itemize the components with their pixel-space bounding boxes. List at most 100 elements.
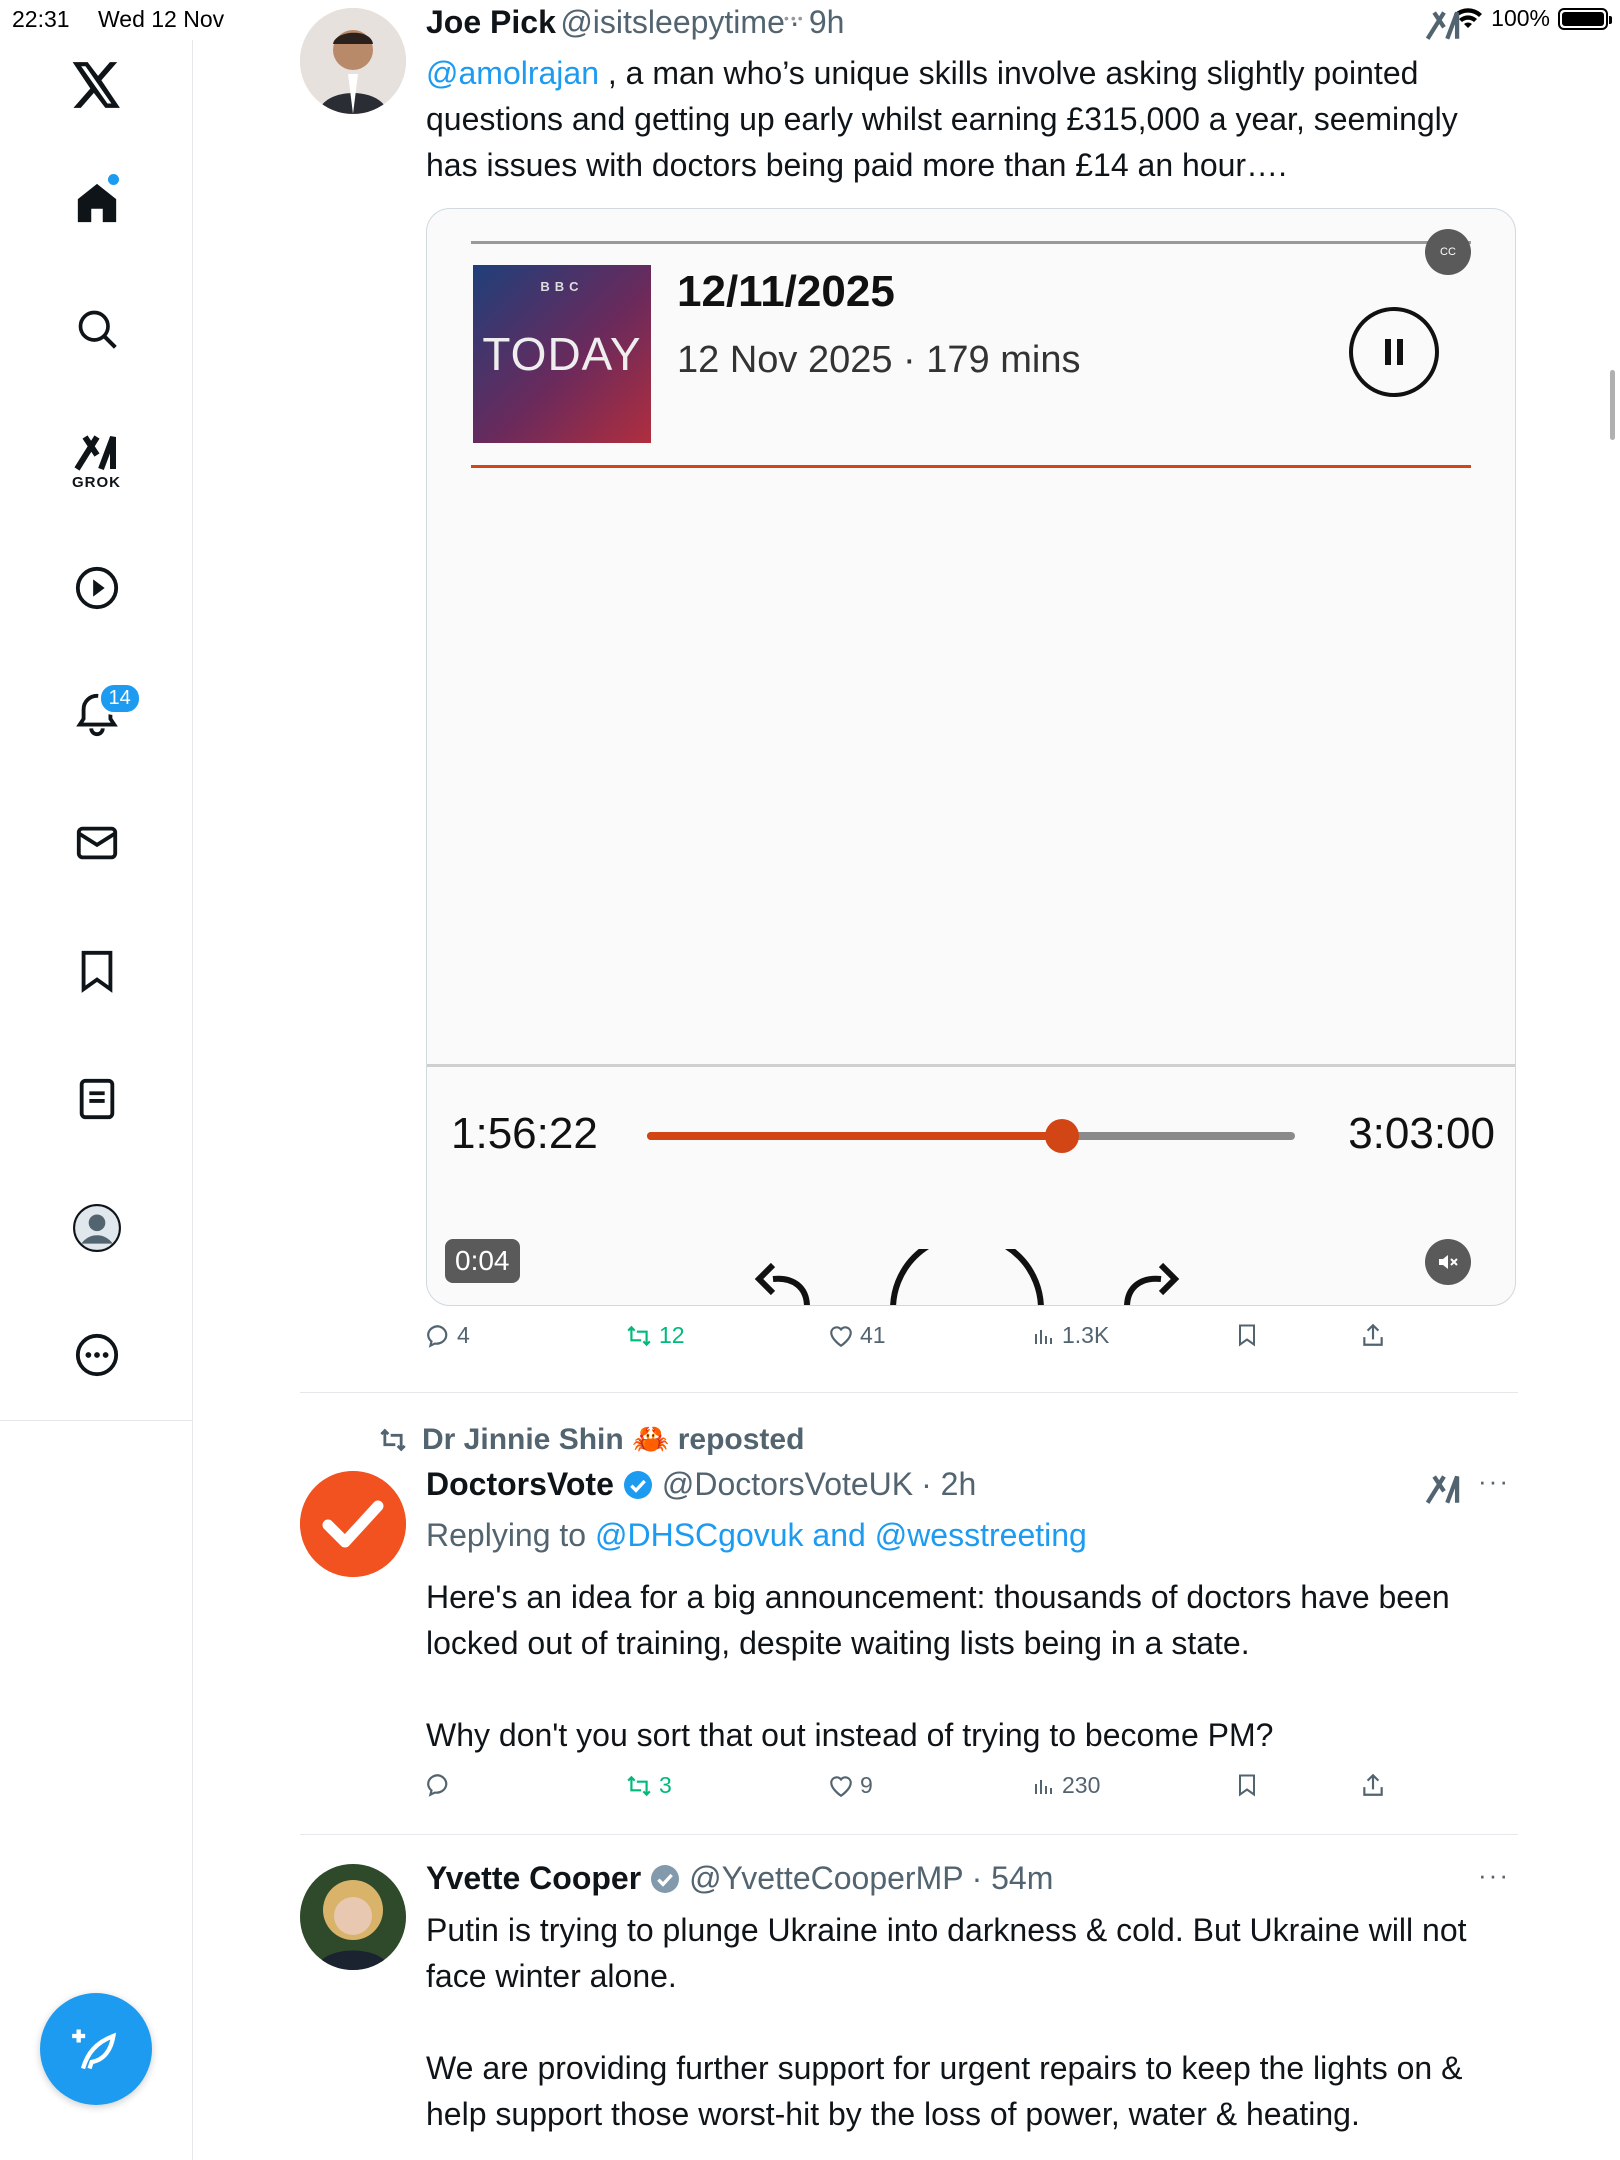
compose-post-button[interactable] — [40, 1993, 152, 2105]
battery-percent: 100% — [1491, 5, 1550, 31]
x-logo-icon[interactable] — [0, 62, 193, 108]
repost-icon — [627, 1325, 651, 1346]
tweet2-header: DoctorsVote @DoctorsVoteUK · 2h — [426, 1466, 976, 1503]
player-top-line — [471, 241, 1471, 244]
repost-button[interactable]: 12 — [625, 1322, 685, 1349]
tweet1-video-player[interactable]: CC BBC TODAY 12/11/2025 12 Nov 2025 · 17… — [426, 208, 1516, 1306]
tweet1-author-name[interactable]: Joe Pick — [426, 4, 556, 40]
avatar-joe-pick[interactable] — [300, 8, 406, 114]
tweet2-text: Here's an idea for a big announcement: t… — [426, 1574, 1486, 1758]
reply-icon — [427, 1324, 448, 1348]
repost-count: 3 — [659, 1772, 672, 1798]
heart-icon — [830, 1325, 852, 1347]
scrollbar[interactable] — [1610, 370, 1615, 440]
mention-amolrajan[interactable]: @amolrajan — [426, 55, 599, 91]
repost-context[interactable]: Dr Jinnie Shin 🦀 reposted — [376, 1422, 804, 1457]
sidebar-item-more[interactable] — [0, 1332, 193, 1378]
verified-gray-badge-icon — [651, 1864, 680, 1893]
seek-bar[interactable] — [647, 1119, 1295, 1153]
sidebar-item-lists[interactable] — [0, 1076, 193, 1122]
heart-icon — [830, 1775, 852, 1797]
views-button[interactable]: 1.3K — [1032, 1322, 1109, 1349]
tweet2-paragraph-1: Here's an idea for a big announcement: t… — [426, 1579, 1450, 1661]
grok-badge-icon[interactable] — [1424, 1470, 1464, 1506]
reply-button[interactable]: 4 — [425, 1322, 470, 1349]
avatar-doctorsvote[interactable] — [300, 1471, 406, 1577]
replying-to-mentions[interactable]: @DHSCgovuk and @wesstreeting — [595, 1517, 1087, 1553]
sidebar-divider — [0, 1420, 193, 1421]
sidebar-item-bookmarks[interactable] — [0, 948, 193, 994]
repost-button[interactable]: 3 — [625, 1772, 672, 1799]
sidebar-item-messages[interactable] — [0, 820, 193, 866]
like-button[interactable]: 41 — [828, 1322, 886, 1349]
sidebar-item-video[interactable] — [0, 565, 193, 611]
sidebar-item-search[interactable] — [0, 307, 193, 351]
mute-button[interactable] — [1425, 1239, 1471, 1285]
tweet3-more-button[interactable]: ··· — [1478, 1860, 1510, 1891]
views-button[interactable]: 230 — [1032, 1772, 1100, 1799]
bookmark-button[interactable] — [1235, 1322, 1259, 1348]
share-button[interactable] — [1360, 1772, 1386, 1798]
tweet1-actions: 4 12 41 1.3K — [425, 1322, 1425, 1362]
like-button[interactable]: 9 — [828, 1772, 873, 1799]
status-right: 100% — [1453, 5, 1612, 32]
tweet2-author-handle[interactable]: @DoctorsVoteUK — [662, 1466, 913, 1503]
grok-icon — [73, 435, 116, 471]
tweet1-text: @amolrajan , a man who’s unique skills i… — [426, 50, 1506, 188]
elapsed-time: 1:56:22 — [451, 1109, 598, 1158]
grok-label: GROK — [72, 474, 121, 491]
seek-bar-fill — [647, 1132, 1062, 1140]
total-time: 3:03:00 — [1348, 1109, 1495, 1158]
bookmark-button[interactable] — [1235, 1772, 1259, 1798]
views-count: 1.3K — [1062, 1322, 1110, 1348]
home-unread-dot — [107, 174, 119, 185]
tweet2-more-button[interactable]: ··· — [1478, 1466, 1510, 1497]
reply-button[interactable] — [425, 1772, 457, 1798]
verified-badge-icon — [623, 1470, 652, 1499]
share-button[interactable] — [1360, 1322, 1386, 1348]
share-icon — [1363, 1773, 1383, 1796]
list-icon — [79, 1078, 114, 1120]
tweet3-paragraph-1: Putin is trying to plunge Ukraine into d… — [426, 1912, 1467, 1994]
today-programme-artwork: BBC TODAY — [473, 265, 651, 443]
tweet3-header: Yvette Cooper @YvetteCooperMP · 54m — [426, 1860, 1053, 1897]
seek-thumb[interactable] — [1044, 1119, 1079, 1153]
pause-button[interactable] — [1349, 307, 1439, 397]
repost-icon — [627, 1775, 651, 1796]
sidebar-border — [192, 1420, 193, 2160]
artwork-today-logo: TODAY — [482, 328, 642, 380]
avatar-yvette-cooper[interactable] — [300, 1864, 406, 1970]
grok-badge-icon[interactable] — [1424, 6, 1464, 42]
notifications-badge: 14 — [97, 682, 142, 715]
sidebar-item-profile[interactable] — [0, 1203, 193, 1253]
tweet3-author-handle[interactable]: @YvetteCooperMP — [689, 1860, 963, 1897]
reply-count: 4 — [457, 1322, 470, 1348]
status-time: 22:31 — [12, 6, 70, 32]
more-circle-icon — [75, 1333, 118, 1377]
tweet3-time[interactable]: · 54m — [972, 1860, 1054, 1897]
like-count: 41 — [860, 1322, 886, 1348]
player-accent-line — [471, 465, 1471, 468]
sidebar-item-home[interactable] — [0, 174, 193, 226]
sidebar-item-grok[interactable]: GROK — [0, 428, 193, 491]
views-chart-icon — [1035, 1779, 1052, 1794]
rewind-icon[interactable] — [747, 1259, 817, 1306]
artwork-bbc-logo: BBC — [540, 279, 584, 294]
replying-to: Replying to @DHSCgovuk and @wesstreeting — [426, 1517, 1087, 1554]
profile-avatar-icon — [72, 1204, 121, 1252]
tweet3-author-name[interactable]: Yvette Cooper — [426, 1860, 641, 1897]
tweet1-time[interactable]: · 9h — [789, 4, 844, 40]
tweet1-author-handle[interactable]: @isitsleepytime — [560, 4, 785, 40]
captions-button[interactable]: CC — [1425, 229, 1471, 275]
tweet2-time[interactable]: · 2h — [921, 1466, 976, 1503]
bookmark-icon — [1239, 1324, 1255, 1347]
play-button-icon[interactable] — [887, 1249, 1047, 1306]
tweet2-author-name[interactable]: DoctorsVote — [426, 1466, 614, 1503]
views-count: 230 — [1062, 1772, 1101, 1798]
tweet2-paragraph-2: Why don't you sort that out instead of t… — [426, 1717, 1274, 1753]
home-icon — [74, 174, 120, 226]
sidebar-item-notifications[interactable]: 14 — [0, 682, 193, 738]
tweet2-actions: 3 9 230 — [425, 1772, 1425, 1812]
forward-icon[interactable] — [1117, 1259, 1187, 1306]
tweet-divider — [300, 1834, 1518, 1835]
